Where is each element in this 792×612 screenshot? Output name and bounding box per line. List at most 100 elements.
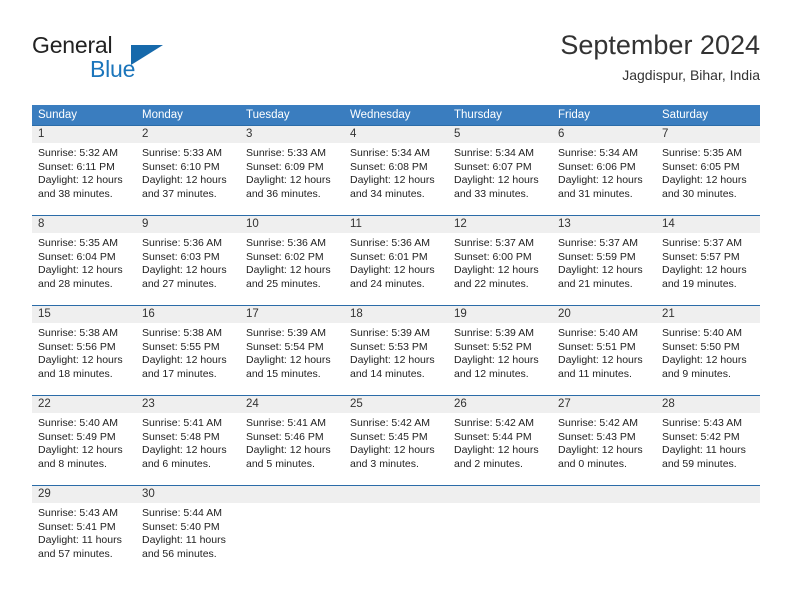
- day-details: Sunrise: 5:41 AM Sunset: 5:46 PM Daylight:…: [240, 413, 344, 471]
- calendar-day-cell[interactable]: 22 Sunrise: 5:40 AM Sunset: 5:49 PM Dayligh…: [32, 396, 136, 485]
- daylight-text-line2: and 27 minutes.: [142, 277, 217, 290]
- daylight-text-line2: and 15 minutes.: [246, 367, 321, 380]
- daylight-text-line1: Daylight: 12 hours: [662, 264, 747, 276]
- sunrise-text: Sunrise: 5:32 AM: [38, 147, 118, 159]
- page-title: September 2024: [560, 30, 760, 60]
- daylight-text-line1: Daylight: 12 hours: [350, 174, 435, 186]
- day-number: 17: [240, 306, 344, 323]
- day-number: 2: [136, 126, 240, 143]
- daylight-text-line1: Daylight: 11 hours: [38, 534, 122, 546]
- calendar-day-cell[interactable]: 13 Sunrise: 5:37 AM Sunset: 5:59 PM Dayligh…: [552, 216, 656, 305]
- daylight-text-line1: Daylight: 12 hours: [246, 264, 331, 276]
- calendar-day-cell[interactable]: 10 Sunrise: 5:36 AM Sunset: 6:02 PM Dayligh…: [240, 216, 344, 305]
- sunset-text: Sunset: 5:54 PM: [246, 340, 324, 353]
- calendar-day-cell[interactable]: 30 Sunrise: 5:44 AM Sunset: 5:40 PM Dayligh…: [136, 486, 240, 575]
- daylight-text-line2: and 59 minutes.: [662, 457, 737, 470]
- sunset-text: Sunset: 6:10 PM: [142, 160, 220, 173]
- dow-saturday: Saturday: [662, 109, 709, 121]
- calendar-day-cell[interactable]: 11 Sunrise: 5:36 AM Sunset: 6:01 PM Dayligh…: [344, 216, 448, 305]
- calendar-day-cell[interactable]: 8 Sunrise: 5:35 AM Sunset: 6:04 PM Daylight…: [32, 216, 136, 305]
- calendar-day-cell[interactable]: 24 Sunrise: 5:41 AM Sunset: 5:46 PM Dayligh…: [240, 396, 344, 485]
- day-details: Sunrise: 5:43 AM Sunset: 5:42 PM Daylight:…: [656, 413, 760, 471]
- sunset-text: Sunset: 5:55 PM: [142, 340, 220, 353]
- daylight-text-line1: Daylight: 12 hours: [350, 444, 435, 456]
- daylight-text-line2: and 56 minutes.: [142, 547, 217, 560]
- calendar-day-cell[interactable]: 9 Sunrise: 5:36 AM Sunset: 6:03 PM Daylight…: [136, 216, 240, 305]
- day-details: Sunrise: 5:37 AM Sunset: 6:00 PM Daylight:…: [448, 233, 552, 291]
- sunset-text: Sunset: 5:49 PM: [38, 430, 116, 443]
- calendar-day-cell[interactable]: 14 Sunrise: 5:37 AM Sunset: 5:57 PM Dayligh…: [656, 216, 760, 305]
- day-number: 6: [552, 126, 656, 143]
- calendar-day-cell[interactable]: 20 Sunrise: 5:40 AM Sunset: 5:51 PM Dayligh…: [552, 306, 656, 395]
- day-number: [656, 486, 760, 503]
- daylight-text-line2: and 19 minutes.: [662, 277, 737, 290]
- calendar-day-cell[interactable]: 3 Sunrise: 5:33 AM Sunset: 6:09 PM Daylight…: [240, 126, 344, 215]
- calendar-day-cell-empty: [552, 486, 656, 575]
- daylight-text-line2: and 5 minutes.: [246, 457, 315, 470]
- sunset-text: Sunset: 6:04 PM: [38, 250, 116, 263]
- calendar-day-cell[interactable]: 28 Sunrise: 5:43 AM Sunset: 5:42 PM Dayligh…: [656, 396, 760, 485]
- daylight-text-line2: and 22 minutes.: [454, 277, 529, 290]
- daylight-text-line2: and 11 minutes.: [558, 367, 632, 380]
- calendar-day-cell[interactable]: 1 Sunrise: 5:32 AM Sunset: 6:11 PM Daylight…: [32, 126, 136, 215]
- calendar-day-cell-empty: [656, 486, 760, 575]
- day-details: Sunrise: 5:36 AM Sunset: 6:03 PM Daylight:…: [136, 233, 240, 291]
- sunset-text: Sunset: 5:50 PM: [662, 340, 740, 353]
- day-number: 25: [344, 396, 448, 413]
- sunset-text: Sunset: 5:52 PM: [454, 340, 532, 353]
- calendar-day-cell[interactable]: 23 Sunrise: 5:41 AM Sunset: 5:48 PM Dayligh…: [136, 396, 240, 485]
- day-details: Sunrise: 5:35 AM Sunset: 6:05 PM Daylight:…: [656, 143, 760, 201]
- day-number: 29: [32, 486, 136, 503]
- sunrise-text: Sunrise: 5:39 AM: [350, 327, 430, 339]
- title-block: September 2024 Jagdispur, Bihar, India: [560, 28, 760, 86]
- day-details: Sunrise: 5:39 AM Sunset: 5:53 PM Daylight:…: [344, 323, 448, 381]
- day-number: 23: [136, 396, 240, 413]
- sunset-text: Sunset: 6:11 PM: [38, 160, 115, 173]
- daylight-text-line1: Daylight: 12 hours: [454, 264, 539, 276]
- daylight-text-line1: Daylight: 12 hours: [38, 354, 123, 366]
- calendar-day-cell[interactable]: 29 Sunrise: 5:43 AM Sunset: 5:41 PM Dayligh…: [32, 486, 136, 575]
- calendar-day-cell[interactable]: 27 Sunrise: 5:42 AM Sunset: 5:43 PM Dayligh…: [552, 396, 656, 485]
- calendar-day-cell[interactable]: 4 Sunrise: 5:34 AM Sunset: 6:08 PM Daylight…: [344, 126, 448, 215]
- daylight-text-line2: and 21 minutes.: [558, 277, 633, 290]
- day-number: [552, 486, 656, 503]
- calendar-day-cell[interactable]: 15 Sunrise: 5:38 AM Sunset: 5:56 PM Dayligh…: [32, 306, 136, 395]
- sunset-text: Sunset: 6:09 PM: [246, 160, 324, 173]
- day-details: Sunrise: 5:39 AM Sunset: 5:54 PM Daylight:…: [240, 323, 344, 381]
- sunset-text: Sunset: 5:41 PM: [38, 520, 116, 533]
- day-number: 3: [240, 126, 344, 143]
- calendar-day-cell-empty: [240, 486, 344, 575]
- sunset-text: Sunset: 5:43 PM: [558, 430, 636, 443]
- calendar-day-cell[interactable]: 19 Sunrise: 5:39 AM Sunset: 5:52 PM Dayligh…: [448, 306, 552, 395]
- calendar-day-cell[interactable]: 25 Sunrise: 5:42 AM Sunset: 5:45 PM Dayligh…: [344, 396, 448, 485]
- calendar-day-cell[interactable]: 5 Sunrise: 5:34 AM Sunset: 6:07 PM Daylight…: [448, 126, 552, 215]
- calendar-week-row: 29 Sunrise: 5:43 AM Sunset: 5:41 PM Dayligh…: [32, 485, 760, 575]
- day-number: 21: [656, 306, 760, 323]
- sunrise-text: Sunrise: 5:38 AM: [142, 327, 222, 339]
- daylight-text-line2: and 57 minutes.: [38, 547, 113, 560]
- daylight-text-line2: and 25 minutes.: [246, 277, 321, 290]
- day-number: 12: [448, 216, 552, 233]
- day-number: 22: [32, 396, 136, 413]
- daylight-text-line1: Daylight: 12 hours: [142, 444, 227, 456]
- day-number: 20: [552, 306, 656, 323]
- calendar-day-cell[interactable]: 12 Sunrise: 5:37 AM Sunset: 6:00 PM Dayligh…: [448, 216, 552, 305]
- daylight-text-line1: Daylight: 11 hours: [662, 444, 746, 456]
- brand-logo[interactable]: General Blue: [32, 32, 212, 90]
- calendar-day-cell[interactable]: 26 Sunrise: 5:42 AM Sunset: 5:44 PM Dayligh…: [448, 396, 552, 485]
- daylight-text-line2: and 14 minutes.: [350, 367, 425, 380]
- day-details: [552, 503, 656, 507]
- brand-name-general: General: [32, 32, 113, 58]
- calendar-day-cell[interactable]: 17 Sunrise: 5:39 AM Sunset: 5:54 PM Dayligh…: [240, 306, 344, 395]
- calendar-day-cell[interactable]: 18 Sunrise: 5:39 AM Sunset: 5:53 PM Dayligh…: [344, 306, 448, 395]
- calendar-day-cell[interactable]: 21 Sunrise: 5:40 AM Sunset: 5:50 PM Dayligh…: [656, 306, 760, 395]
- calendar-day-cell[interactable]: 2 Sunrise: 5:33 AM Sunset: 6:10 PM Daylight…: [136, 126, 240, 215]
- sunset-text: Sunset: 5:59 PM: [558, 250, 636, 263]
- calendar-day-cell[interactable]: 16 Sunrise: 5:38 AM Sunset: 5:55 PM Dayligh…: [136, 306, 240, 395]
- day-number: 27: [552, 396, 656, 413]
- day-details: [448, 503, 552, 507]
- calendar-day-cell[interactable]: 6 Sunrise: 5:34 AM Sunset: 6:06 PM Daylight…: [552, 126, 656, 215]
- day-number: 16: [136, 306, 240, 323]
- calendar-day-cell[interactable]: 7 Sunrise: 5:35 AM Sunset: 6:05 PM Daylight…: [656, 126, 760, 215]
- day-number: 4: [344, 126, 448, 143]
